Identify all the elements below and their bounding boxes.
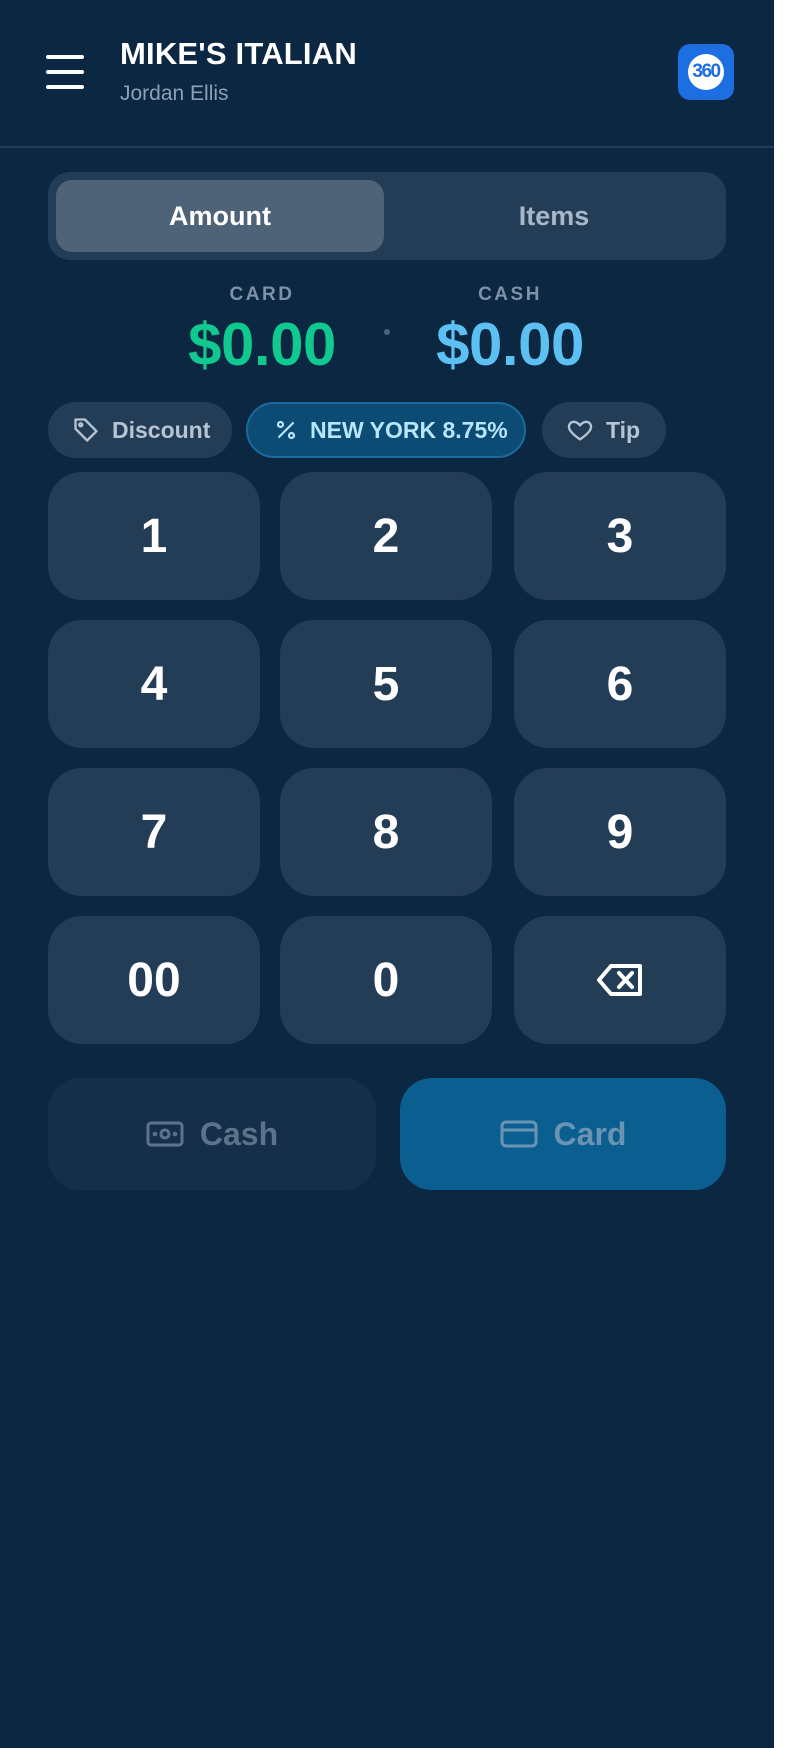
backspace-key[interactable]	[514, 916, 726, 1044]
app-screen: MIKE'S ITALIAN Jordan Ellis 360 Amount I…	[0, 0, 774, 1748]
discount-label: Discount	[112, 416, 211, 443]
key-1[interactable]: 1	[48, 472, 260, 600]
key-6[interactable]: 6	[514, 620, 726, 748]
key-9[interactable]: 9	[514, 768, 726, 896]
backspace-icon	[597, 964, 642, 996]
card-total-value: $0.00	[188, 311, 336, 378]
card-payment-button[interactable]: Card	[400, 1078, 726, 1190]
key-7[interactable]: 7	[48, 768, 260, 896]
totals-separator-dot	[384, 329, 390, 335]
key-2[interactable]: 2	[280, 472, 492, 600]
app-logo[interactable]: 360	[678, 44, 734, 100]
mode-segmented-control: Amount Items	[48, 172, 726, 260]
key-00[interactable]: 00	[48, 916, 260, 1044]
tax-rate-label: NEW YORK 8.75%	[310, 416, 508, 443]
tax-rate-chip[interactable]: NEW YORK 8.75%	[246, 402, 526, 458]
key-4[interactable]: 4	[48, 620, 260, 748]
tip-chip[interactable]: Tip	[542, 402, 666, 458]
cash-payment-label: Cash	[199, 1115, 279, 1152]
key-5[interactable]: 5	[280, 620, 492, 748]
cash-payment-button[interactable]: Cash	[48, 1078, 376, 1190]
cash-total: CASH $0.00	[410, 284, 610, 379]
business-name: MIKE'S ITALIAN	[120, 36, 357, 71]
header: MIKE'S ITALIAN Jordan Ellis 360	[0, 0, 774, 148]
discount-chip[interactable]: Discount	[48, 402, 232, 458]
cash-icon	[146, 1121, 184, 1147]
card-total: CARD $0.00	[162, 284, 362, 379]
user-name: Jordan Ellis	[120, 82, 229, 105]
tip-label: Tip	[606, 416, 641, 443]
key-3[interactable]: 3	[514, 472, 726, 600]
tab-amount[interactable]: Amount	[56, 180, 384, 252]
cash-total-label: CASH	[478, 284, 542, 305]
card-total-label: CARD	[229, 284, 295, 305]
percent-icon	[276, 420, 296, 440]
key-0[interactable]: 0	[280, 916, 492, 1044]
cash-total-value: $0.00	[436, 311, 584, 378]
credit-card-icon	[500, 1120, 538, 1148]
key-8[interactable]: 8	[280, 768, 492, 896]
tag-icon	[74, 418, 98, 442]
card-payment-label: Card	[553, 1115, 627, 1152]
hamburger-menu-icon[interactable]	[46, 55, 84, 89]
heart-icon	[567, 420, 593, 441]
logo-text: 360	[692, 61, 721, 82]
tab-items[interactable]: Items	[390, 180, 718, 252]
